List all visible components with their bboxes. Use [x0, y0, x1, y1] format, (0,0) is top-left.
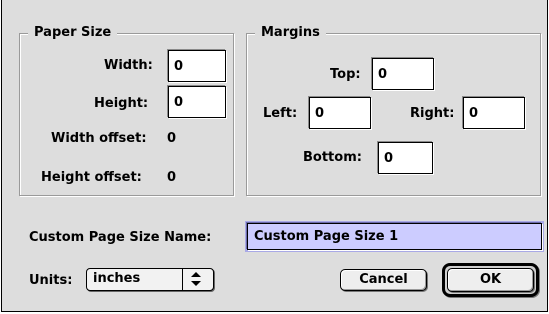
top-margin-field[interactable]	[372, 58, 434, 90]
units-popup-divider	[182, 269, 183, 290]
height-offset-label: Height offset:	[41, 170, 142, 185]
width-field[interactable]	[168, 50, 226, 82]
height-label: Height:	[94, 96, 149, 111]
margins-legend: Margins	[255, 25, 326, 41]
custom-name-label: Custom Page Size Name:	[29, 230, 212, 245]
units-label: Units:	[29, 273, 73, 288]
cancel-button[interactable]: Cancel	[340, 269, 427, 291]
bottom-margin-field[interactable]	[378, 142, 433, 174]
width-offset-value: 0	[167, 131, 177, 146]
left-margin-label: Left:	[263, 106, 298, 121]
paper-size-legend: Paper Size	[28, 25, 118, 41]
up-down-arrows-icon	[191, 272, 201, 286]
width-offset-label: Width offset:	[51, 131, 147, 146]
right-margin-label: Right:	[410, 106, 455, 121]
top-margin-label: Top:	[330, 67, 361, 82]
page-size-dialog: Paper Size Width: Height: Width offset: …	[1, 0, 548, 312]
height-field[interactable]	[168, 86, 226, 118]
units-popup[interactable]: inches	[86, 268, 214, 291]
right-margin-field[interactable]	[463, 97, 525, 129]
bottom-margin-label: Bottom:	[303, 150, 362, 165]
width-label: Width:	[104, 58, 153, 73]
units-selected-value: inches	[93, 271, 141, 286]
height-offset-value: 0	[167, 170, 177, 185]
ok-button[interactable]: OK	[447, 268, 534, 292]
left-margin-field[interactable]	[309, 97, 371, 129]
custom-name-field[interactable]	[247, 223, 542, 250]
